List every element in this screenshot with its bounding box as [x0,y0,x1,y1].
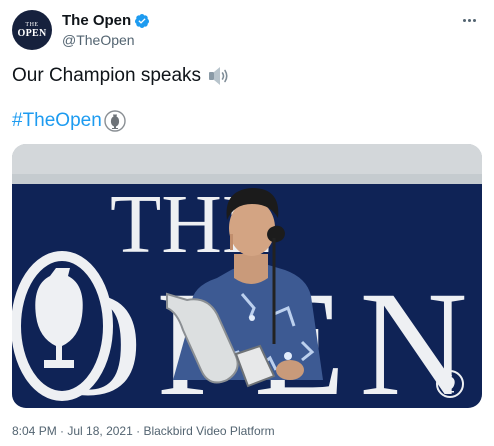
claret-jug-icon [104,110,126,132]
tweet-text: Our Champion speaks [12,65,231,87]
video-frame: THE OPEN [12,144,482,408]
hashtag-link[interactable]: #TheOpen [12,110,102,132]
meta-separator: · [56,424,68,438]
display-name[interactable]: The Open [62,12,131,29]
verified-badge-icon [135,13,150,28]
tweet-card: THE OPEN The Open @TheOpen Our Champion … [0,0,494,446]
account-handle[interactable]: @TheOpen [62,32,135,48]
more-options-button[interactable] [458,10,480,30]
meta-separator: · [132,424,144,438]
name-row: The Open [62,12,150,29]
dot-icon [472,18,476,22]
avatar-text-top: THE [25,21,39,28]
avatar-text-bottom: OPEN [17,27,47,39]
tweet-text-body: Our Champion speaks [12,65,202,86]
hashtag-row: #TheOpen [12,110,126,132]
tweet-source[interactable]: Blackbird Video Platform [143,424,274,438]
tweet-time[interactable]: 8:04 PM [12,424,57,438]
avatar[interactable]: THE OPEN [12,10,52,50]
speaker-high-volume-icon [209,67,228,85]
video-player[interactable]: THE OPEN [12,144,482,408]
dot-icon [467,18,471,22]
dot-icon [462,18,466,22]
tweet-date[interactable]: Jul 18, 2021 [67,424,132,438]
tweet-meta: 8:04 PM · Jul 18, 2021 · Blackbird Video… [12,424,275,438]
